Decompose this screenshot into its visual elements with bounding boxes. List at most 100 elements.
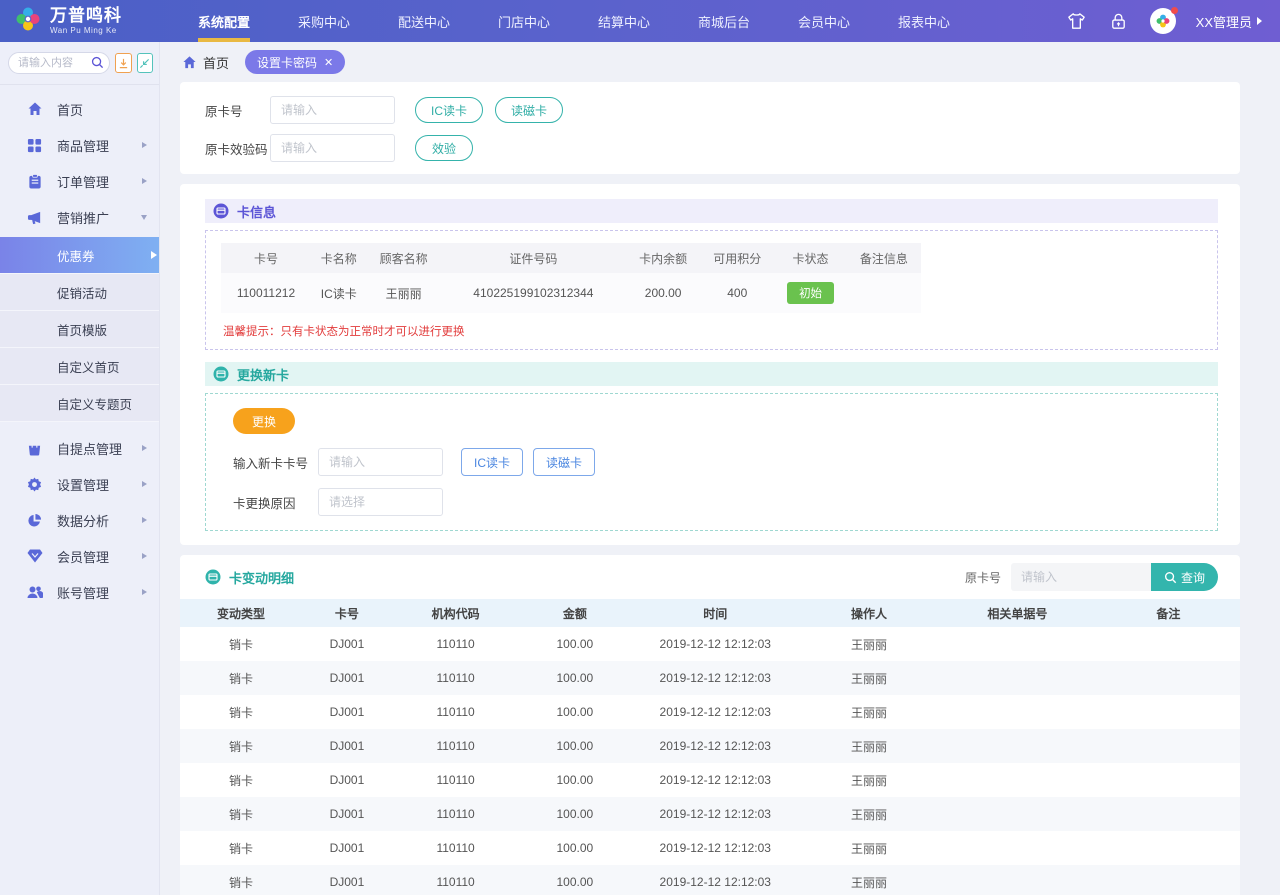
verify-code-row: 原卡效验码 效验 [205,134,1215,162]
replace-card-panel: 更换 输入新卡卡号 IC读卡 读磁卡 卡更换原因 [205,393,1218,531]
table-header-row: 卡号卡名称顾客名称证件号码卡内余额可用积分卡状态备注信息 [221,243,921,273]
notification-dot [1171,7,1178,14]
pie-chart-icon [26,512,43,529]
chevron-right-icon [142,589,147,595]
grid-icon [26,137,43,154]
column-header: 变动类型 [180,599,302,627]
magnetic-read-button[interactable]: 读磁卡 [533,448,595,476]
new-card-input[interactable] [318,448,443,476]
nav-item-report-center[interactable]: 报表中心 [874,0,974,42]
subitem-label: 自定义首页 [57,357,120,376]
nav-item-system-config[interactable]: 系统配置 [174,0,274,42]
table-row: 销卡DJ001110110100.002019-12-12 12:12:03王丽… [180,627,1240,661]
sidebar-subitem-custom-home[interactable]: 自定义首页 [0,348,159,385]
warning-note: 温馨提示：只有卡状态为正常时才可以进行更换 [221,323,1202,339]
column-header: 可用积分 [700,243,774,273]
sidebar-subitem-home-template[interactable]: 首页模版 [0,311,159,348]
nav-item-member-center[interactable]: 会员中心 [774,0,874,42]
verify-button[interactable]: 效验 [415,135,473,161]
ic-read-button[interactable]: IC读卡 [415,97,483,123]
brand-logo[interactable]: 万普鸣科 Wan Pu Ming Ke [0,0,162,42]
marketing-submenu: 优惠券 促销活动 首页模版 自定义首页 自定义专题页 [0,237,159,422]
breadcrumb-home-label: 首页 [203,53,229,72]
tab-set-card-password[interactable]: 设置卡密码 ✕ [245,50,345,74]
verify-code-input[interactable] [270,134,395,162]
original-card-label: 原卡号 [205,101,270,120]
home-icon [26,101,43,118]
diamond-icon [26,548,43,565]
column-header: 卡号 [302,599,392,627]
table-row: 销卡DJ001110110100.002019-12-12 12:12:03王丽… [180,831,1240,865]
nav-item-purchase-center[interactable]: 采购中心 [274,0,374,42]
sidebar-search[interactable] [8,52,110,74]
change-details-title-wrap: 卡变动明细 [205,568,294,587]
sidebar-item-analytics[interactable]: 数据分析 [0,502,159,538]
user-name: XX管理员 [1196,12,1252,31]
query-button[interactable]: 查询 [1151,563,1218,591]
search-card-input[interactable] [1011,563,1151,591]
original-card-input[interactable] [270,96,395,124]
subitem-label: 促销活动 [57,283,107,302]
chevron-right-icon [142,445,147,451]
verify-code-label: 原卡效验码 [205,139,270,158]
collapse-menu-button[interactable] [137,53,154,73]
column-header: 机构代码 [392,599,519,627]
sidebar-item-orders[interactable]: 订单管理 [0,163,159,199]
megaphone-icon [26,209,43,226]
sidebar-item-label: 数据分析 [57,511,142,530]
reason-select[interactable] [318,488,443,516]
sidebar-item-settings[interactable]: 设置管理 [0,466,159,502]
sidebar-item-pickup[interactable]: 自提点管理 [0,430,159,466]
user-menu[interactable]: XX管理员 [1196,12,1262,31]
replace-card-title: 更换新卡 [237,365,289,384]
sidebar: 首页 商品管理 订单管理 [0,42,160,895]
pin-menu-button[interactable] [115,53,132,73]
lock-icon[interactable] [1108,10,1130,32]
card-info-table: 卡号卡名称顾客名称证件号码卡内余额可用积分卡状态备注信息 110011212IC… [221,243,921,313]
logo-icon [14,5,42,38]
sidebar-item-label: 账号管理 [57,583,142,602]
subitem-label: 自定义专题页 [57,394,132,413]
sidebar-subitem-coupons[interactable]: 优惠券 [0,237,159,274]
replace-card-icon [213,366,229,382]
tshirt-icon[interactable] [1066,10,1088,32]
change-details-table: 变动类型卡号机构代码金额时间操作人相关单据号备注 销卡DJ00111011010… [180,599,1240,895]
sidebar-item-goods[interactable]: 商品管理 [0,127,159,163]
sidebar-subitem-custom-topic[interactable]: 自定义专题页 [0,385,159,422]
nav-item-delivery-center[interactable]: 配送中心 [374,0,474,42]
sidebar-item-label: 订单管理 [57,172,142,191]
column-header: 金额 [519,599,630,627]
table-row: 销卡DJ001110110100.002019-12-12 12:12:03王丽… [180,729,1240,763]
close-icon[interactable]: ✕ [324,56,333,69]
sidebar-item-label: 会员管理 [57,547,142,566]
column-header: 顾客名称 [367,243,441,273]
sidebar-item-members[interactable]: 会员管理 [0,538,159,574]
change-search: 原卡号 查询 [965,563,1218,591]
table-row: 销卡DJ001110110100.002019-12-12 12:12:03王丽… [180,661,1240,695]
sidebar-item-marketing[interactable]: 营销推广 [0,199,159,235]
column-header: 备注信息 [847,243,921,273]
search-group: 查询 [1011,563,1218,591]
card-info-title: 卡信息 [237,202,276,221]
column-header: 操作人 [800,599,938,627]
breadcrumb-home[interactable]: 首页 [182,53,229,72]
table-row: 110011212IC读卡王丽丽410225199102312344200.00… [221,273,921,313]
replace-button[interactable]: 更换 [233,408,295,434]
nav-item-store-center[interactable]: 门店中心 [474,0,574,42]
original-card-row: 原卡号 IC读卡 读磁卡 [205,96,1215,124]
users-icon [26,584,43,601]
column-header: 时间 [630,599,800,627]
sidebar-item-accounts[interactable]: 账号管理 [0,574,159,610]
user-avatar[interactable] [1150,8,1176,34]
sidebar-subitem-promotions[interactable]: 促销活动 [0,274,159,311]
subitem-label: 首页模版 [57,320,107,339]
ic-read-button[interactable]: IC读卡 [461,448,523,476]
clipboard-icon [26,173,43,190]
sidebar-item-label: 设置管理 [57,475,142,494]
nav-item-settlement-center[interactable]: 结算中心 [574,0,674,42]
nav-item-mall-backend[interactable]: 商城后台 [674,0,774,42]
card-info-replace: 卡信息 卡号卡名称顾客名称证件号码卡内余额可用积分卡状态备注信息 1100112… [180,184,1240,545]
chevron-right-icon [142,517,147,523]
magnetic-read-button[interactable]: 读磁卡 [495,97,563,123]
sidebar-item-home[interactable]: 首页 [0,91,159,127]
